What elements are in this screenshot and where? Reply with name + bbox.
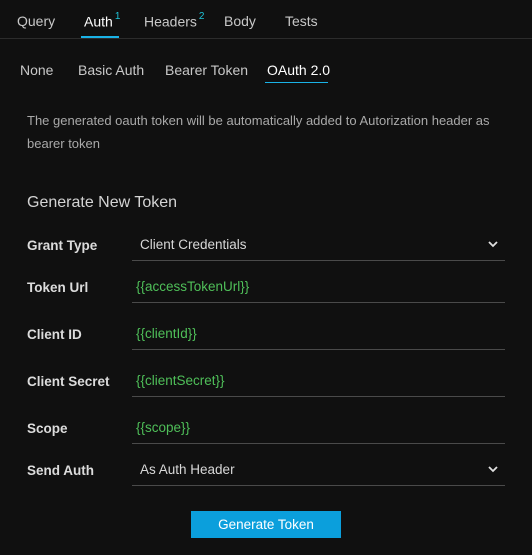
tab-auth-label: Auth	[84, 13, 113, 30]
client-id-label: Client ID	[27, 327, 82, 342]
client-id-value: {{clientId}}	[136, 326, 197, 341]
send-auth-label: Send Auth	[27, 463, 94, 478]
send-auth-value: As Auth Header	[140, 462, 235, 477]
client-secret-input[interactable]: {{clientSecret}}	[132, 373, 505, 397]
auth-tab-none[interactable]: None	[20, 62, 53, 78]
auth-panel: Query Auth 1 Headers 2 Body Tests None Bas…	[0, 0, 532, 555]
client-secret-label: Client Secret	[27, 374, 110, 389]
grant-type-value: Client Credentials	[140, 237, 247, 252]
scope-input[interactable]: {{scope}}	[132, 420, 505, 444]
auth-tab-basic[interactable]: Basic Auth	[78, 62, 144, 78]
tab-body-label: Body	[224, 13, 256, 29]
send-auth-select[interactable]: As Auth Header	[132, 462, 505, 486]
grant-type-select[interactable]: Client Credentials	[132, 237, 505, 261]
info-text: The generated oauth token will be automa…	[27, 113, 490, 151]
chevron-down-icon	[488, 466, 498, 473]
request-tabs: Query Auth 1 Headers 2 Body Tests	[0, 0, 532, 39]
auth-type-tabs: None Basic Auth Bearer Token OAuth 2.0	[0, 56, 532, 86]
client-secret-value: {{clientSecret}}	[136, 373, 225, 388]
client-id-input[interactable]: {{clientId}}	[132, 326, 505, 350]
scope-label: Scope	[27, 421, 68, 436]
tab-headers-label: Headers	[144, 13, 197, 30]
token-url-label: Token Url	[27, 280, 89, 295]
tab-headers-badge: 2	[198, 11, 205, 22]
tab-tests[interactable]: Tests	[285, 13, 318, 29]
grant-type-label: Grant Type	[27, 238, 98, 253]
section-title: Generate New Token	[27, 194, 178, 211]
chevron-down-icon	[488, 241, 498, 248]
tab-tests-label: Tests	[285, 13, 318, 29]
tab-headers[interactable]: Headers 2	[144, 11, 205, 30]
tab-auth-badge: 1	[114, 11, 121, 22]
active-tab-indicator	[81, 36, 119, 38]
generate-token-button[interactable]: Generate Token	[191, 511, 341, 538]
tab-body[interactable]: Body	[224, 13, 256, 29]
tab-query-label: Query	[17, 13, 56, 29]
active-auth-tab-indicator	[265, 82, 328, 83]
auth-tab-oauth2[interactable]: OAuth 2.0	[267, 62, 330, 78]
scope-value: {{scope}}	[136, 420, 191, 435]
token-url-input[interactable]: {{accessTokenUrl}}	[132, 279, 505, 303]
token-url-value: {{accessTokenUrl}}	[136, 279, 250, 294]
tab-auth[interactable]: Auth 1	[84, 11, 121, 30]
tab-query[interactable]: Query	[17, 13, 55, 29]
auth-tab-bearer[interactable]: Bearer Token	[165, 62, 248, 78]
